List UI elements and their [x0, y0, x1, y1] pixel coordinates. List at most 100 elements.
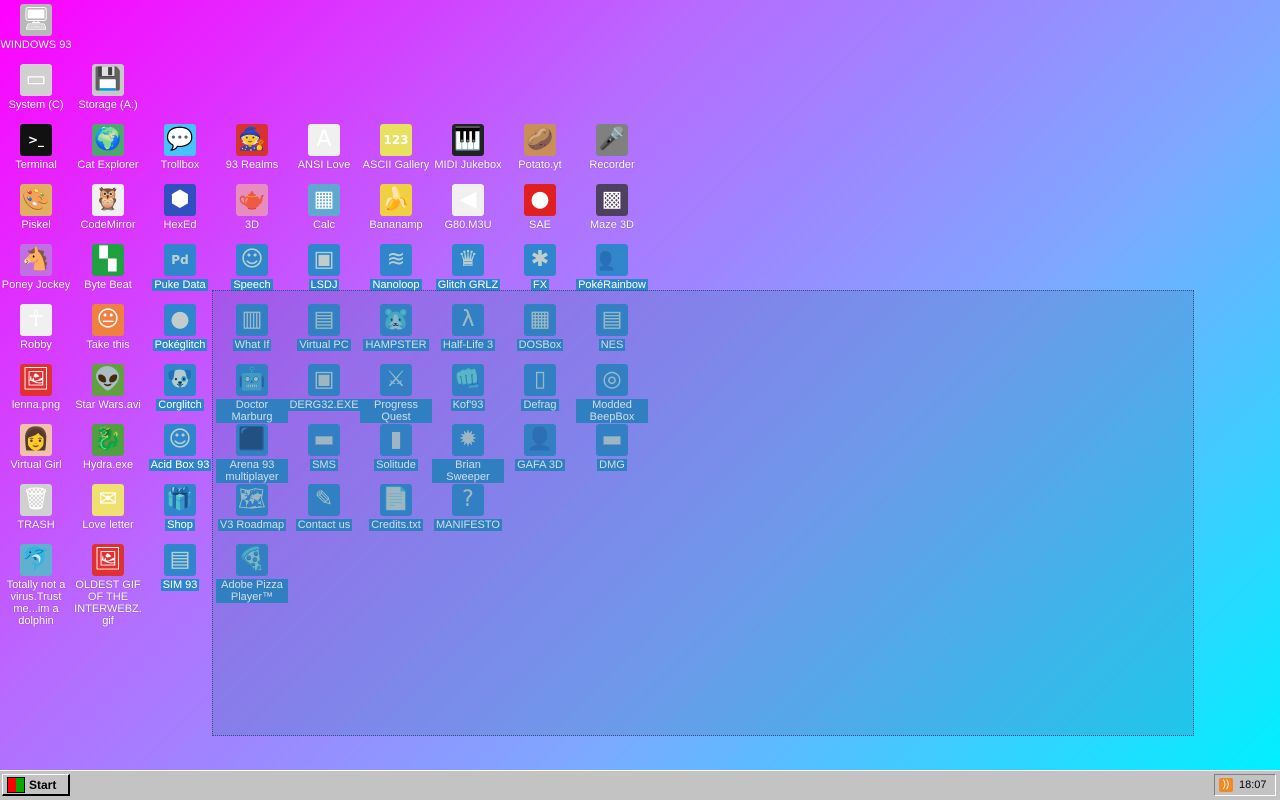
start-button[interactable]: Start [2, 774, 70, 796]
half-life-3-icon: λ [452, 304, 484, 336]
desktop-icon-93-realms[interactable]: 🧙 93 Realms [216, 122, 288, 182]
desktop-icon-trollbox[interactable]: 💬 Trollbox [144, 122, 216, 182]
desktop-icon-pok-rainbow[interactable]: 👥 PokéRainbow [576, 242, 648, 302]
desktop-icon-sae[interactable]: ● SAE [504, 182, 576, 242]
desktop-icon-recorder[interactable]: 🎤 Recorder [576, 122, 648, 182]
rss-icon[interactable]: )) [1219, 778, 1233, 792]
desktop-icon-ansi-love[interactable]: A ANSI Love [288, 122, 360, 182]
desktop-icon-virtual-pc[interactable]: ▤ Virtual PC [288, 302, 360, 362]
93-realms-icon: 🧙 [236, 124, 268, 156]
desktop-icon-lsdj[interactable]: ▣ LSDJ [288, 242, 360, 302]
contact-us-icon: ✎ [308, 484, 340, 516]
desktop-icon-windows-93[interactable]: 🖥 WINDOWS 93 [0, 2, 72, 62]
desktop-icon-dosbox[interactable]: ▦ DOSBox [504, 302, 576, 362]
storage-a-icon: 💾 [92, 64, 124, 96]
desktop-icon-piskel[interactable]: 🎨 Piskel [0, 182, 72, 242]
progress-quest-icon: ⚔ [380, 364, 412, 396]
desktop-icon-sim-93[interactable]: ▤ SIM 93 [144, 542, 216, 602]
desktop-icon-defrag[interactable]: ▯ Defrag [504, 362, 576, 422]
desktop-icon-3d[interactable]: 🫖 3D [216, 182, 288, 242]
desktop-icon-totally-not-a-virus-trust-me-im-a-dolphin[interactable]: 🐬 Totally not a virus.Trust me...im a dol… [0, 542, 72, 627]
desktop-icon-lenna-png[interactable]: 🖼 lenna.png [0, 362, 72, 422]
desktop-icon-gafa-3d[interactable]: 👤 GAFA 3D [504, 422, 576, 482]
desktop-icon-trash[interactable]: 🗑 TRASH [0, 482, 72, 542]
desktop-icon-contact-us[interactable]: ✎ Contact us [288, 482, 360, 542]
desktop-icon-label: TRASH [17, 519, 55, 531]
desktop-icon-label: 93 Realms [225, 159, 279, 171]
robby-icon: ☥ [20, 304, 52, 336]
desktop-icon-half-life-3[interactable]: λ Half-Life 3 [432, 302, 504, 362]
desktop-icon-label: G80.M3U [444, 219, 492, 231]
desktop-icon-adobe-pizza-player[interactable]: 🍕 Adobe Pizza Player™ [216, 542, 288, 603]
desktop-icon-solitude[interactable]: ▮ Solitude [360, 422, 432, 482]
desktop-icon-system-c[interactable]: ▭ System (C) [0, 62, 72, 122]
desktop-icon-star-wars-avi[interactable]: 👽 Star Wars.avi [72, 362, 144, 422]
desktop[interactable]: 🖥 WINDOWS 93 ▭ System (C) 💾 Storage (A:) >_ Ter… [0, 0, 1280, 770]
desktop-icon-potato-yt[interactable]: 🥔 Potato.yt [504, 122, 576, 182]
desktop-icon-pok-glitch[interactable]: ● Pokéglitch [144, 302, 216, 362]
desktop-icon-byte-beat[interactable]: ▚ Byte Beat [72, 242, 144, 302]
desktop-icon-label: Kof'93 [450, 399, 486, 411]
desktop-icon-label: SIM 93 [160, 579, 200, 591]
desktop-icon-speech[interactable]: ☺ Speech [216, 242, 288, 302]
desktop-icon-nanoloop[interactable]: ≋ Nanoloop [360, 242, 432, 302]
desktop-icon-label: Trollbox [160, 159, 200, 171]
desktop-icon-hydra-exe[interactable]: 🐉 Hydra.exe [72, 422, 144, 482]
desktop-icon-calc[interactable]: ▦ Calc [288, 182, 360, 242]
desktop-icon-virtual-girl[interactable]: 👩 Virtual Girl [0, 422, 72, 482]
desktop-icon-what-if[interactable]: ▥ What If [216, 302, 288, 362]
desktop-icon-bananamp[interactable]: 🍌 Bananamp [360, 182, 432, 242]
desktop-icon-corglitch[interactable]: 🐶 Corglitch [144, 362, 216, 422]
desktop-icon-derg32-exe[interactable]: ▣ DERG32.EXE [287, 362, 361, 422]
acid-box-93-icon: ☺ [164, 424, 196, 456]
modded-beepbox-icon: ◎ [596, 364, 628, 396]
desktop-icon-label: Bananamp [369, 219, 423, 231]
desktop-icon-acid-box-93[interactable]: ☺ Acid Box 93 [144, 422, 216, 482]
desktop-icon-fx[interactable]: ✱ FX [504, 242, 576, 302]
totally-not-a-virus-trust-me-im-a-dolphin-icon: 🐬 [20, 544, 52, 576]
desktop-icon-robby[interactable]: ☥ Robby [0, 302, 72, 362]
desktop-icon-label: ANSI Love [297, 159, 351, 171]
desktop-icon-hampster[interactable]: 🐹 HAMPSTER [360, 302, 432, 362]
desktop-icon-sms[interactable]: ▬ SMS [288, 422, 360, 482]
desktop-icon-cat-explorer[interactable]: 🌍 Cat Explorer [72, 122, 144, 182]
desktop-icon-terminal[interactable]: >_ Terminal [0, 122, 72, 182]
desktop-icon-g80-m3u[interactable]: ◀ G80.M3U [432, 182, 504, 242]
desktop-icon-arena-93-multiplayer[interactable]: ⬛ Arena 93 multiplayer [216, 422, 288, 483]
desktop-icon-progress-quest[interactable]: ⚔ Progress Quest [360, 362, 432, 423]
clock: 18:07 [1239, 779, 1267, 791]
desktop-icon-brian-sweeper[interactable]: ✹ Brian Sweeper [432, 422, 504, 483]
glitch-grlz-icon: ♛ [452, 244, 484, 276]
desktop-icon-label: System (C) [8, 99, 64, 111]
desktop-icon-kof-93[interactable]: 👊 Kof'93 [432, 362, 504, 422]
desktop-icon-oldest-gif-of-the-interwebz-gif[interactable]: 🖼 OLDEST GIF OF THE INTERWEBZ.gif [72, 542, 144, 627]
desktop-icon-codemirror[interactable]: 🦉 CodeMirror [72, 182, 144, 242]
desktop-icon-doctor-marburg[interactable]: 🤖 Doctor Marburg [216, 362, 288, 423]
desktop-icon-label: Adobe Pizza Player™ [216, 579, 288, 603]
desktop-icon-midi-jukebox[interactable]: 🎹 MIDI Jukebox [432, 122, 504, 182]
star-wars-avi-icon: 👽 [92, 364, 124, 396]
desktop-icon-poney-jockey[interactable]: 🐴 Poney Jockey [0, 242, 72, 302]
desktop-icon-love-letter[interactable]: ✉ Love letter [72, 482, 144, 542]
desktop-icon-credits-txt[interactable]: 📄 Credits.txt [360, 482, 432, 542]
dmg-icon: ▬ [596, 424, 628, 456]
desktop-icon-ascii-gallery[interactable]: 123 ASCII Gallery [360, 122, 432, 182]
desktop-icon-label: DERG32.EXE [287, 399, 361, 411]
desktop-icon-modded-beepbox[interactable]: ◎ Modded BeepBox [576, 362, 648, 423]
desktop-icon-puke-data[interactable]: Pd Puke Data [144, 242, 216, 302]
desktop-icon-label: ASCII Gallery [362, 159, 430, 171]
desktop-icon-manifesto[interactable]: ? MANIFESTO [432, 482, 504, 542]
desktop-icon-maze-3d[interactable]: ▩ Maze 3D [576, 182, 648, 242]
desktop-icon-nes[interactable]: ▤ NES [576, 302, 648, 362]
desktop-icon-take-this[interactable]: 😐 Take this [72, 302, 144, 362]
desktop-icon-glitch-grlz[interactable]: ♛ Glitch GRLZ [432, 242, 504, 302]
brian-sweeper-icon: ✹ [452, 424, 484, 456]
desktop-icon-label: Contact us [295, 519, 353, 531]
pok-rainbow-icon: 👥 [596, 244, 628, 276]
desktop-icon-label: 3D [244, 219, 260, 231]
desktop-icon-storage-a[interactable]: 💾 Storage (A:) [72, 62, 144, 122]
desktop-icon-shop[interactable]: 🎁 Shop [144, 482, 216, 542]
desktop-icon-v3-roadmap[interactable]: 🗺 V3 Roadmap [216, 482, 288, 542]
desktop-icon-dmg[interactable]: ▬ DMG [576, 422, 648, 482]
desktop-icon-hexed[interactable]: ⬢ HexEd [144, 182, 216, 242]
